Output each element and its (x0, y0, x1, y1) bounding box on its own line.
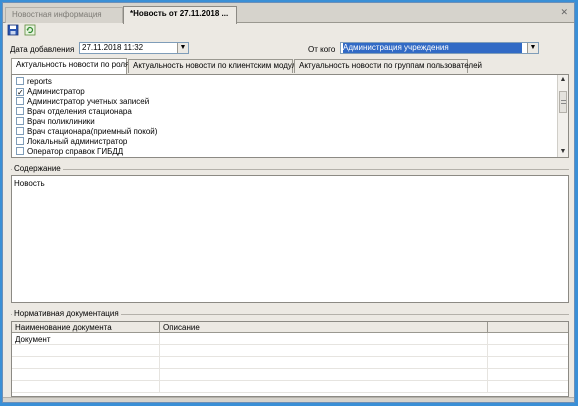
list-item[interactable]: Врач стационара(приемный покой) (16, 127, 157, 137)
tab-news-info[interactable]: Новостная информация (5, 7, 123, 23)
tab-label: Новостная информация (12, 10, 102, 19)
table-row-empty (12, 369, 568, 381)
date-value: 27.11.2018 11:32 (82, 43, 144, 52)
table-row[interactable]: Документ (12, 333, 568, 345)
tab-label: Актуальность новости по клиентским модул… (133, 61, 307, 70)
checkbox[interactable] (16, 77, 24, 85)
date-field[interactable]: 27.11.2018 11:32 ▼ (79, 42, 189, 54)
date-label: Дата добавления (10, 45, 75, 54)
role-label: Врач поликлиники (27, 117, 95, 126)
checkbox-checked[interactable]: ✓ (16, 88, 24, 97)
tab-news-edit[interactable]: *Новость от 27.11.2018 ... ✕ (123, 6, 237, 24)
content-text: Новость (14, 179, 45, 188)
checkbox[interactable] (16, 137, 24, 145)
checkbox[interactable] (16, 147, 24, 155)
content-group-title: Содержание (12, 164, 63, 173)
role-label: Врач стационара(приемный покой) (27, 127, 158, 136)
chevron-down-icon[interactable]: ▼ (527, 43, 538, 53)
chevron-up-icon[interactable]: ▲ (558, 75, 568, 85)
column-header[interactable] (488, 322, 568, 333)
table-header: Наименование документа Описание (12, 322, 568, 333)
tab-label: Актуальность новости по группам пользова… (299, 61, 482, 70)
table-row-empty (12, 345, 568, 357)
role-label: Оператор справок ГИБДД (27, 147, 124, 156)
divider (11, 169, 569, 170)
tab-label: *Новость от 27.11.2018 ... (130, 9, 229, 18)
checkbox[interactable] (16, 117, 24, 125)
close-icon[interactable]: ✕ (236, 9, 237, 18)
role-label: Администратор учетных записей (27, 97, 150, 106)
column-header[interactable]: Описание (160, 322, 488, 333)
from-select[interactable]: Администрация учреждения ▼ (340, 42, 539, 54)
tab-user-groups[interactable]: Актуальность новости по группам пользова… (294, 59, 482, 73)
roles-list: reports ✓ Администратор Администратор уче… (11, 74, 569, 158)
table-row-empty (12, 381, 568, 393)
list-item[interactable]: Врач поликлиники (16, 117, 95, 127)
role-label: Локальный администратор (27, 137, 128, 146)
tab-roles[interactable]: Актуальность новости по ролям (11, 58, 135, 74)
list-item[interactable]: Администратор учетных записей (16, 97, 149, 107)
chevron-down-icon[interactable]: ▼ (177, 43, 188, 53)
list-item[interactable]: reports (16, 77, 52, 87)
save-icon[interactable] (7, 24, 19, 36)
checkbox[interactable] (16, 127, 24, 135)
chevron-down-icon[interactable]: ▼ (558, 147, 568, 157)
checkbox[interactable] (16, 97, 24, 105)
list-item[interactable]: Оператор справок ГИБДД (16, 147, 123, 157)
table-cell (160, 333, 488, 345)
list-item[interactable]: Врач отделения стационара (16, 107, 132, 117)
checkbox[interactable] (16, 107, 24, 115)
table-cell (488, 333, 568, 345)
table-row-empty (12, 357, 568, 369)
refresh-icon[interactable] (24, 24, 36, 36)
role-label: reports (27, 77, 52, 86)
documents-table: Наименование документа Описание Документ (11, 321, 569, 397)
scroll-thumb[interactable] (559, 91, 567, 113)
editor-window: Новостная информация *Новость от 27.11.2… (2, 2, 575, 403)
role-label: Администратор (27, 87, 85, 96)
content-textarea[interactable]: Новость (11, 175, 569, 303)
from-label: От кого (308, 45, 336, 54)
tab-label: Актуальность новости по ролям (16, 60, 135, 69)
close-icon[interactable]: ✕ (560, 7, 568, 18)
column-header[interactable]: Наименование документа (12, 322, 160, 333)
role-label: Врач отделения стационара (27, 107, 132, 116)
list-item[interactable]: Локальный администратор (16, 137, 127, 147)
from-value: Администрация учреждения (343, 43, 522, 53)
docs-group-title: Нормативная документация (12, 309, 121, 318)
status-bar (3, 397, 574, 402)
table-cell: Документ (12, 333, 160, 345)
list-item[interactable]: ✓ Администратор (16, 87, 85, 97)
document-tab-strip: Новостная информация *Новость от 27.11.2… (3, 3, 574, 24)
scrollbar[interactable]: ▲ ▼ (557, 75, 568, 157)
tab-client-modules[interactable]: Актуальность новости по клиентским модул… (128, 59, 306, 73)
